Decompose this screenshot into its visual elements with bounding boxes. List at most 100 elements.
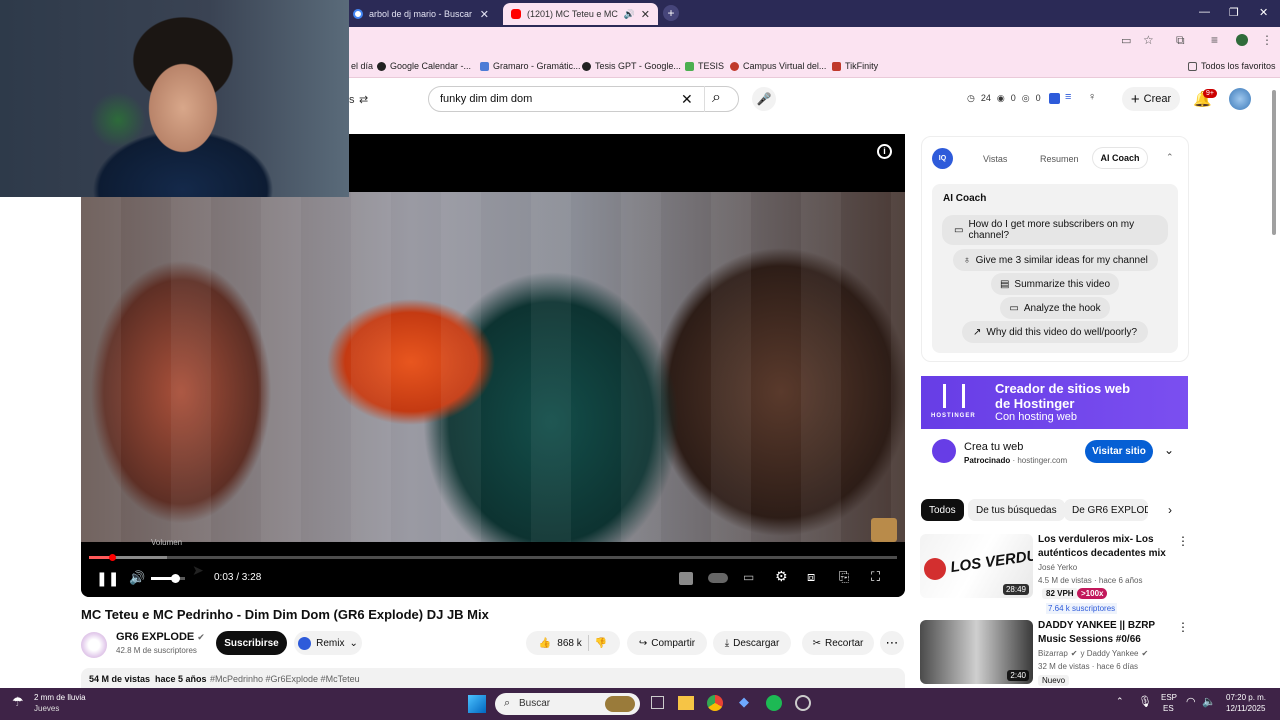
- taskbar-search[interactable]: ⌕ Buscar: [495, 693, 640, 715]
- search-icon[interactable]: ⌕: [712, 89, 721, 107]
- suggestion-subscribers[interactable]: ▭ How do I get more subscribers on my cha…: [942, 215, 1168, 245]
- pause-icon[interactable]: ❚❚: [96, 570, 119, 587]
- tab-vistas[interactable]: Vistas: [983, 154, 1007, 164]
- recommendation-title[interactable]: Los verduleros mix- Los auténticos decad…: [1038, 533, 1174, 561]
- account-avatar[interactable]: [1229, 88, 1251, 110]
- bookmark-item[interactable]: Google Calendar -...: [377, 61, 471, 71]
- chip-from-channel[interactable]: De GR6 EXPLODE: [1064, 499, 1148, 521]
- windows-start-icon[interactable]: [468, 695, 486, 713]
- more-options-icon[interactable]: ⋮: [1177, 534, 1189, 548]
- like-button[interactable]: 👍 868 k: [539, 638, 582, 649]
- suggestion-performance[interactable]: ↗ Why did this video do well/poorly?: [962, 321, 1148, 343]
- remix-button[interactable]: Remix ⌄: [294, 631, 362, 655]
- autoplay-toggle[interactable]: [708, 573, 728, 583]
- volume-knob[interactable]: [170, 574, 180, 583]
- language-code[interactable]: ESP: [1161, 693, 1177, 702]
- info-icon[interactable]: i: [877, 144, 892, 159]
- vidiq-stats[interactable]: ◷ 24 ◉ 0 ◎ 0: [967, 93, 1041, 104]
- hashtags[interactable]: #McPedrinho #Gr6Explode #McTeteu: [210, 674, 360, 684]
- vidiq-player-icon[interactable]: [679, 572, 693, 585]
- page-scrollbar[interactable]: [1272, 90, 1276, 235]
- recommendation-thumbnail[interactable]: LOS VERDULER 28:49: [920, 534, 1033, 598]
- chip-from-searches[interactable]: De tus búsquedas: [968, 499, 1065, 521]
- spotify-icon[interactable]: [766, 695, 782, 711]
- subtitles-icon[interactable]: ▭: [743, 570, 754, 584]
- volume-icon[interactable]: 🔊: [129, 570, 145, 586]
- chevron-down-icon[interactable]: ⌄: [1164, 443, 1174, 457]
- badge-icon[interactable]: ♀: [1088, 91, 1096, 103]
- media-icon[interactable]: ≡: [1211, 33, 1218, 47]
- settings-icon[interactable]: ⚙: [775, 568, 788, 585]
- share-button[interactable]: ↪ Compartir: [627, 631, 707, 655]
- vidiq-icon[interactable]: [1049, 93, 1060, 104]
- clock-time[interactable]: 07:20 p. m.: [1226, 693, 1266, 702]
- speaker-icon[interactable]: 🔊: [624, 9, 635, 20]
- create-button[interactable]: + Crear: [1122, 87, 1180, 111]
- dislike-button[interactable]: 👎: [595, 638, 607, 649]
- file-explorer-icon[interactable]: [678, 696, 694, 710]
- voice-search-icon[interactable]: 🎤: [752, 87, 776, 111]
- cast-icon[interactable]: ⎘: [839, 569, 849, 585]
- filter-icon[interactable]: ⇄: [359, 93, 368, 106]
- chevron-up-icon[interactable]: ⌃: [1116, 696, 1124, 707]
- miniplayer-icon[interactable]: ⧈: [807, 569, 815, 585]
- visit-site-button[interactable]: Visitar sitio: [1085, 440, 1153, 463]
- all-bookmarks[interactable]: Todos los favoritos: [1188, 61, 1276, 71]
- fullscreen-icon[interactable]: ⛶: [871, 569, 880, 585]
- cast-icon[interactable]: ▭: [1121, 34, 1131, 47]
- weather-text[interactable]: 2 mm de lluvia: [34, 693, 86, 702]
- recommendation-channel[interactable]: Bizarrap ✔ y Daddy Yankee ✔: [1038, 649, 1148, 658]
- download-button[interactable]: ⤓ Descargar: [713, 631, 791, 655]
- recommendation-title[interactable]: DADDY YANKEE || BZRP Music Sessions #0/6…: [1038, 619, 1174, 647]
- wifi-icon[interactable]: ◠: [1186, 695, 1196, 708]
- channel-name[interactable]: GR6 EXPLODE ✔: [116, 631, 205, 643]
- list-icon[interactable]: ≡: [1065, 91, 1071, 103]
- bookmark-item[interactable]: TikFinity: [832, 61, 878, 71]
- description-box[interactable]: 54 M de vistas hace 5 años #McPedrinho #…: [81, 668, 905, 688]
- subscribe-button[interactable]: Suscribirse: [216, 631, 287, 655]
- tab-resumen[interactable]: Resumen: [1040, 154, 1079, 164]
- ad-banner[interactable]: HOSTINGER Creador de sitios web de Hosti…: [921, 376, 1188, 429]
- channel-watermark[interactable]: [871, 518, 897, 542]
- microphone-icon[interactable]: 🎙: [1138, 695, 1152, 708]
- tab-ai-coach[interactable]: AI Coach: [1093, 148, 1147, 168]
- recommendation-channel[interactable]: José Yerko: [1038, 563, 1077, 572]
- bookmark-item[interactable]: TESIS: [685, 61, 724, 71]
- star-icon[interactable]: ☆: [1143, 33, 1154, 47]
- recommendation-thumbnail[interactable]: 2:40: [920, 620, 1033, 684]
- app-icon[interactable]: ◆: [739, 694, 749, 710]
- search-box[interactable]: funky dim dim dom ✕ ⌕: [428, 86, 739, 112]
- bookmark-item[interactable]: Campus Virtual del...: [730, 61, 826, 71]
- close-tab-icon[interactable]: ✕: [480, 8, 489, 21]
- progress-bar[interactable]: [89, 556, 897, 559]
- minimize-icon[interactable]: —: [1199, 6, 1210, 18]
- close-window-icon[interactable]: ✕: [1259, 6, 1268, 19]
- new-tab-button[interactable]: +: [663, 5, 679, 21]
- volume-slider[interactable]: [151, 577, 185, 580]
- channel-avatar[interactable]: [81, 632, 107, 658]
- bookmark-item[interactable]: Gramaro - Gramátic...: [480, 61, 581, 71]
- task-view-icon[interactable]: [651, 696, 664, 709]
- clip-button[interactable]: ✂ Recortar: [802, 631, 874, 655]
- maximize-icon[interactable]: ❐: [1229, 6, 1239, 19]
- extensions-icon[interactable]: ⧉: [1176, 33, 1185, 48]
- chevron-up-icon[interactable]: ⌃: [1166, 152, 1174, 163]
- speaker-icon[interactable]: 🔈: [1202, 695, 1216, 708]
- obs-icon[interactable]: [795, 695, 811, 711]
- suggestion-ideas[interactable]: ♁ Give me 3 similar ideas for my channel: [953, 249, 1158, 271]
- tab-youtube-active[interactable]: (1201) MC Teteu e MC Pedr 🔊 ✕: [503, 3, 658, 25]
- chevron-right-icon[interactable]: ›: [1168, 503, 1172, 517]
- bookmark-item[interactable]: el día: [351, 61, 373, 71]
- profile-avatar[interactable]: [1236, 34, 1248, 46]
- suggestion-summarize[interactable]: ▤ Summarize this video: [991, 273, 1119, 295]
- search-input[interactable]: funky dim dim dom: [440, 93, 532, 105]
- more-options-icon[interactable]: ⋮: [1177, 620, 1189, 634]
- menu-icon[interactable]: ⋮: [1261, 33, 1273, 47]
- clear-search-icon[interactable]: ✕: [681, 91, 693, 108]
- close-tab-icon[interactable]: ✕: [641, 8, 650, 21]
- ad-title[interactable]: Crea tu web: [964, 441, 1023, 453]
- more-actions-icon[interactable]: ⋯: [880, 631, 904, 655]
- suggestion-hook[interactable]: ▭ Analyze the hook: [1000, 297, 1110, 319]
- bookmark-item[interactable]: Tesis GPT - Google...: [582, 61, 681, 71]
- chrome-icon[interactable]: [707, 695, 723, 711]
